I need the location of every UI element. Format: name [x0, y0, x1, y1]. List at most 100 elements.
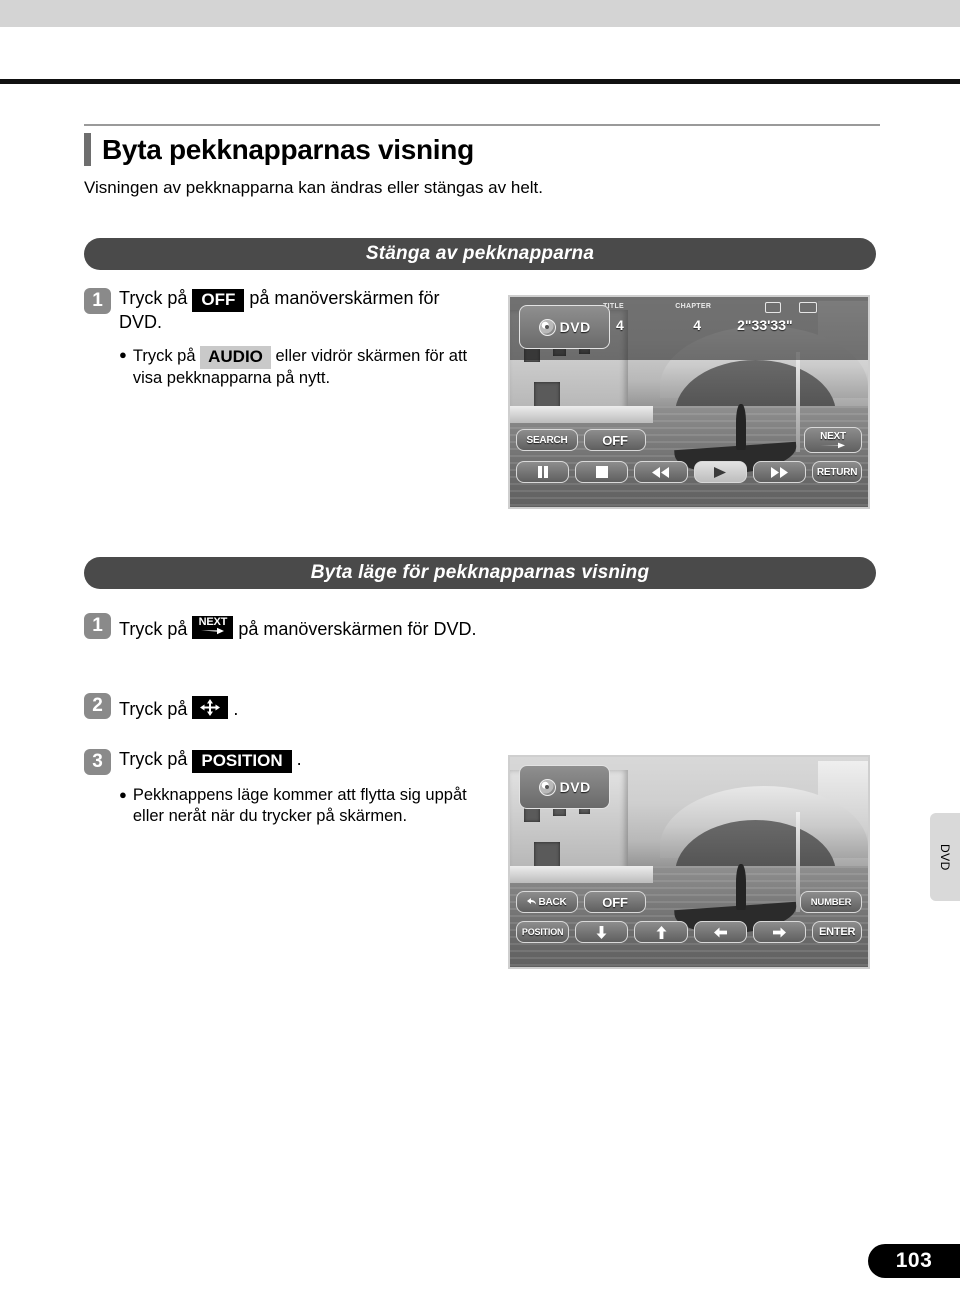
- section-side-tab-label: DVD: [938, 843, 952, 871]
- step-text-before: Tryck på: [119, 699, 188, 719]
- disc-icon: [538, 778, 556, 796]
- arrow-down-icon: [596, 925, 607, 939]
- next-button[interactable]: NEXT: [804, 427, 862, 453]
- search-button[interactable]: SEARCH: [516, 429, 578, 451]
- page-top-band: [0, 0, 960, 27]
- section-banner-1-text: Stänga av pekknapparna: [365, 243, 595, 264]
- bullet-dot-icon: ●: [119, 347, 127, 363]
- step-text-after: .: [233, 699, 239, 719]
- step-1-1-note-text: Tryck på AUDIO eller vidrör skärmen för …: [133, 345, 484, 389]
- position-button[interactable]: POSITION: [516, 921, 570, 943]
- four-way-arrow-icon: [200, 699, 221, 716]
- step-2-3-note: ● Pekknappens läge kommer att flytta sig…: [119, 785, 484, 828]
- fast-forward-button[interactable]: [752, 461, 807, 483]
- source-badge-label: DVD: [559, 319, 591, 336]
- step-number-badge: 1: [84, 613, 111, 639]
- page-title-text: Byta pekknapparnas visning: [102, 133, 474, 165]
- quay-edge: [510, 866, 654, 883]
- step-2-3-body: Tryck på POSITION . ● Pekknappens läge k…: [119, 748, 484, 828]
- title-accent-bar: [84, 133, 91, 166]
- move-down-button[interactable]: [575, 921, 629, 943]
- play-icon: [714, 466, 727, 478]
- step-number-badge: 1: [84, 288, 111, 314]
- disc-icon: [538, 318, 556, 336]
- arrow-left-icon: [713, 927, 727, 937]
- source-badge-dvd: DVD: [518, 765, 611, 810]
- section-side-tab: DVD: [930, 813, 960, 901]
- subtitle-icon: [798, 301, 817, 313]
- screen-2-button-row-bottom: POSITION ENTER: [510, 921, 868, 943]
- step-2-3-note-text: Pekknappens läge kommer att flytta sig u…: [132, 786, 467, 826]
- section-banner-2-text: Byta läge för pekknapparnas visning: [310, 562, 650, 583]
- step-text-after: på manöverskärmen för DVD.: [238, 619, 477, 639]
- rewind-button[interactable]: [634, 461, 688, 483]
- pause-icon: [537, 466, 548, 478]
- title-divider: [84, 124, 880, 126]
- rewind-icon: [652, 466, 670, 478]
- play-button[interactable]: [693, 461, 747, 483]
- bullet-dot-icon: ●: [119, 787, 127, 803]
- step-1-1-body: Tryck på OFF på manöverskärmen för DVD. …: [119, 287, 484, 390]
- screen-1-button-row-top: SEARCH OFF NEXT: [510, 427, 868, 453]
- back-arrow-icon: [527, 897, 537, 904]
- step-2-3: 3 Tryck på POSITION . ● Pekknappens läge…: [84, 748, 484, 828]
- step-text-before: Tryck på: [119, 288, 188, 308]
- source-badge-label: DVD: [559, 779, 591, 796]
- key-audio-button[interactable]: AUDIO: [200, 346, 271, 370]
- number-button[interactable]: NUMBER: [800, 891, 862, 913]
- quay-edge: [510, 406, 654, 423]
- chapter-value: 4: [693, 316, 702, 333]
- section-banner-1: Stänga av pekknapparna: [84, 238, 876, 270]
- step-number-badge: 3: [84, 749, 111, 775]
- page-number-badge: 103: [868, 1244, 960, 1278]
- step-2-1-body: Tryck på NEXT på manöverskärmen för DVD.: [119, 612, 476, 641]
- next-button-label: NEXT: [820, 430, 846, 442]
- step-text-after: .: [296, 749, 302, 769]
- arrow-right-icon: [773, 927, 787, 937]
- page-title: Byta pekknapparnas visning: [84, 133, 474, 166]
- chapter-label: CHAPTER: [675, 302, 712, 310]
- back-button[interactable]: BACK: [516, 891, 578, 913]
- note-text-before: Tryck på: [132, 347, 196, 366]
- arrow-up-icon: [656, 925, 667, 939]
- screen-1-button-row-bottom: RETURN: [510, 461, 868, 483]
- dvd-control-screen-2: DVD BACK OFF NUMBER POSITION ENTER: [508, 755, 870, 969]
- arrow-right-icon: [820, 442, 845, 448]
- key-next-button[interactable]: NEXT: [192, 616, 234, 639]
- back-button-label: BACK: [538, 896, 567, 908]
- section-banner-2: Byta läge för pekknapparnas visning: [84, 557, 876, 589]
- pause-button[interactable]: [516, 461, 570, 483]
- step-1-1: 1 Tryck på OFF på manöverskärmen för DVD…: [84, 287, 484, 390]
- screen-2-button-row-top: BACK OFF NUMBER: [510, 891, 868, 913]
- return-button[interactable]: RETURN: [812, 461, 862, 483]
- page-top-rule: [0, 79, 960, 84]
- row-spacer: [652, 891, 794, 913]
- fast-forward-icon: [770, 466, 788, 478]
- move-right-button[interactable]: [752, 921, 807, 943]
- stop-button[interactable]: [575, 461, 629, 483]
- key-off-button[interactable]: OFF: [192, 289, 245, 313]
- key-direction-pad-button[interactable]: [192, 696, 229, 719]
- step-2-2-body: Tryck på .: [119, 692, 238, 721]
- step-text-before: Tryck på: [119, 749, 188, 769]
- key-position-button[interactable]: POSITION: [192, 750, 292, 774]
- step-1-1-note: ● Tryck på AUDIO eller vidrör skärmen fö…: [119, 345, 484, 389]
- playback-status-values: TITLE 4 CHAPTER 4 2"33'33": [603, 301, 861, 356]
- stop-icon: [595, 466, 608, 478]
- step-number-badge: 2: [84, 693, 111, 719]
- audio-channel-icon: [765, 301, 782, 313]
- title-value: 4: [615, 316, 624, 333]
- step-2-1: 1 Tryck på NEXT på manöverskärmen för DV…: [84, 612, 484, 641]
- row-spacer: [652, 429, 798, 451]
- off-button[interactable]: OFF: [584, 429, 646, 451]
- move-up-button[interactable]: [634, 921, 688, 943]
- dvd-control-screen-1: TITLE 4 CHAPTER 4 2"33'33" DVD SEARCH OF…: [508, 295, 870, 509]
- off-button[interactable]: OFF: [584, 891, 646, 913]
- move-left-button[interactable]: [693, 921, 747, 943]
- step-2-2: 2 Tryck på .: [84, 692, 484, 721]
- arrow-right-icon: [201, 627, 225, 635]
- elapsed-time-value: 2"33'33": [737, 316, 793, 333]
- enter-button[interactable]: ENTER: [812, 921, 862, 943]
- page-subtitle: Visningen av pekknapparna kan ändras ell…: [84, 178, 543, 197]
- source-badge-dvd: DVD: [518, 305, 611, 350]
